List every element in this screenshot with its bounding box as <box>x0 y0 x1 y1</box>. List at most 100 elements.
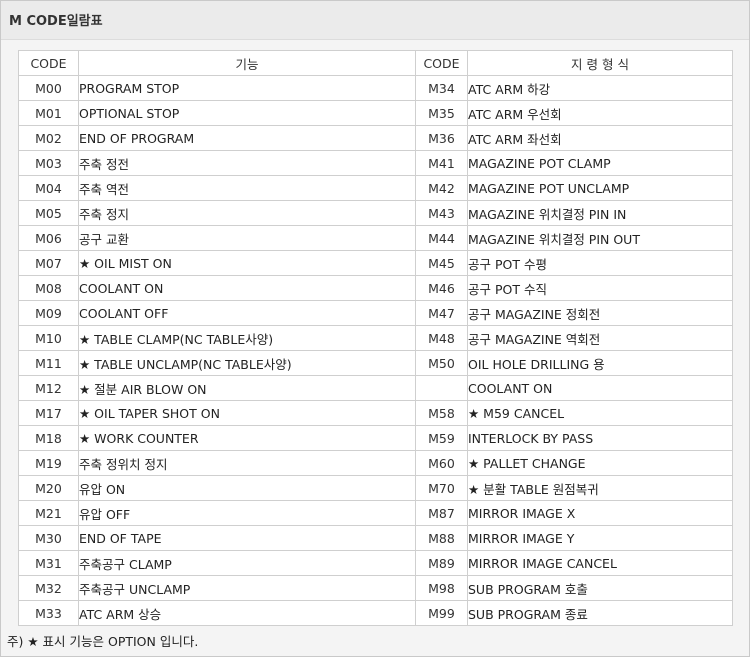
code-left-cell: M17 <box>18 400 79 426</box>
code-left-cell: M10 <box>18 325 79 351</box>
code-right-cell: M34 <box>415 75 468 101</box>
code-right-cell: M98 <box>415 575 468 601</box>
code-right-cell: M50 <box>415 350 468 376</box>
command-format-cell: MIRROR IMAGE CANCEL <box>467 550 733 576</box>
command-format-cell: OIL HOLE DRILLING 용 <box>467 350 733 376</box>
table-row: M04 주축 역전 M42 MAGAZINE POT UNCLAMP <box>18 175 733 201</box>
code-right-cell: M88 <box>415 525 468 551</box>
mcode-table: CODE 기능 CODE 지 령 형 식 M00 PROGRAM STOP M34 A… <box>18 50 733 626</box>
code-right-cell: M47 <box>415 300 468 326</box>
table-row: M33 ATC ARM 상승 M99 SUB PROGRAM 종료 <box>18 600 733 626</box>
command-format-cell: 공구 POT 수직 <box>467 275 733 301</box>
footnote: 주) ★ 표시 기능은 OPTION 입니다. <box>7 634 199 649</box>
function-cell: ATC ARM 상승 <box>78 600 416 626</box>
command-format-cell: MIRROR IMAGE Y <box>467 525 733 551</box>
code-right-cell: M87 <box>415 500 468 526</box>
header-command-format: 지 령 형 식 <box>467 50 733 76</box>
table-header-row: CODE 기능 CODE 지 령 형 식 <box>18 50 733 76</box>
header-function: 기능 <box>78 50 416 76</box>
code-right-cell: M44 <box>415 225 468 251</box>
code-left-cell: M09 <box>18 300 79 326</box>
title-bar: M CODE일람표 <box>1 1 749 40</box>
code-left-cell: M30 <box>18 525 79 551</box>
code-left-cell: M02 <box>18 125 79 151</box>
code-left-cell: M19 <box>18 450 79 476</box>
function-cell: ★ TABLE CLAMP(NC TABLE사양) <box>78 325 416 351</box>
code-left-cell: M31 <box>18 550 79 576</box>
function-cell: 주축공구 UNCLAMP <box>78 575 416 601</box>
code-left-cell: M32 <box>18 575 79 601</box>
code-left-cell: M00 <box>18 75 79 101</box>
function-cell: 주축 역전 <box>78 175 416 201</box>
table-row: M09 COOLANT OFF M47 공구 MAGAZINE 정회전 <box>18 300 733 326</box>
command-format-cell: ATC ARM 우선회 <box>467 100 733 126</box>
function-cell: 유압 ON <box>78 475 416 501</box>
table-row: M21 유압 OFF M87 MIRROR IMAGE X <box>18 500 733 526</box>
code-right-cell: M59 <box>415 425 468 451</box>
function-cell: COOLANT OFF <box>78 300 416 326</box>
function-cell: END OF PROGRAM <box>78 125 416 151</box>
function-cell: OPTIONAL STOP <box>78 100 416 126</box>
table-row: M30 END OF TAPE M88 MIRROR IMAGE Y <box>18 525 733 551</box>
code-right-cell: M46 <box>415 275 468 301</box>
code-left-cell: M33 <box>18 600 79 626</box>
table-row: M07 ★ OIL MIST ON M45 공구 POT 수평 <box>18 250 733 276</box>
code-right-cell: M48 <box>415 325 468 351</box>
code-left-cell: M04 <box>18 175 79 201</box>
command-format-cell: MAGAZINE 위치결정 PIN OUT <box>467 225 733 251</box>
table-row: M05 주축 정지 M43 MAGAZINE 위치결정 PIN IN <box>18 200 733 226</box>
table-row: M31 주축공구 CLAMP M89 MIRROR IMAGE CANCEL <box>18 550 733 576</box>
function-cell: END OF TAPE <box>78 525 416 551</box>
table-row: M12 ★ 절분 AIR BLOW ON COOLANT ON <box>18 375 733 401</box>
code-right-cell: M89 <box>415 550 468 576</box>
command-format-cell: SUB PROGRAM 종료 <box>467 600 733 626</box>
table-row: M06 공구 교환 M44 MAGAZINE 위치결정 PIN OUT <box>18 225 733 251</box>
code-right-cell: M41 <box>415 150 468 176</box>
function-cell: ★ OIL MIST ON <box>78 250 416 276</box>
header-code-left: CODE <box>18 50 79 76</box>
table-row: M10 ★ TABLE CLAMP(NC TABLE사양) M48 공구 MAGAZI… <box>18 325 733 351</box>
function-cell: ★ 절분 AIR BLOW ON <box>78 375 416 401</box>
table-row: M01 OPTIONAL STOP M35 ATC ARM 우선회 <box>18 100 733 126</box>
table-row: M00 PROGRAM STOP M34 ATC ARM 하강 <box>18 75 733 101</box>
page-title: M CODE일람표 <box>9 14 103 29</box>
command-format-cell: 공구 POT 수평 <box>467 250 733 276</box>
function-cell: 주축 정지 <box>78 200 416 226</box>
function-cell: ★ TABLE UNCLAMP(NC TABLE사양) <box>78 350 416 376</box>
code-right-cell: M99 <box>415 600 468 626</box>
code-right-cell: M45 <box>415 250 468 276</box>
command-format-cell: ★ M59 CANCEL <box>467 400 733 426</box>
code-left-cell: M18 <box>18 425 79 451</box>
code-right-cell: M60 <box>415 450 468 476</box>
function-cell: ★ WORK COUNTER <box>78 425 416 451</box>
table-row: M32 주축공구 UNCLAMP M98 SUB PROGRAM 호출 <box>18 575 733 601</box>
command-format-cell: 공구 MAGAZINE 역회전 <box>467 325 733 351</box>
table-row: M18 ★ WORK COUNTER M59 INTERLOCK BY PASS <box>18 425 733 451</box>
code-left-cell: M01 <box>18 100 79 126</box>
table-row: M08 COOLANT ON M46 공구 POT 수직 <box>18 275 733 301</box>
code-left-cell: M05 <box>18 200 79 226</box>
function-cell: 주축공구 CLAMP <box>78 550 416 576</box>
function-cell: 주축 정위치 정지 <box>78 450 416 476</box>
command-format-cell: SUB PROGRAM 호출 <box>467 575 733 601</box>
code-right-cell <box>415 375 468 401</box>
code-right-cell: M36 <box>415 125 468 151</box>
table-row: M17 ★ OIL TAPER SHOT ON M58 ★ M59 CANCEL <box>18 400 733 426</box>
code-left-cell: M20 <box>18 475 79 501</box>
command-format-cell: MIRROR IMAGE X <box>467 500 733 526</box>
table-row: M02 END OF PROGRAM M36 ATC ARM 좌선회 <box>18 125 733 151</box>
header-code-right: CODE <box>415 50 468 76</box>
command-format-cell: ATC ARM 하강 <box>467 75 733 101</box>
function-cell: COOLANT ON <box>78 275 416 301</box>
code-left-cell: M21 <box>18 500 79 526</box>
table-row: M11 ★ TABLE UNCLAMP(NC TABLE사양) M50 OIL HOL… <box>18 350 733 376</box>
command-format-cell: ★ PALLET CHANGE <box>467 450 733 476</box>
command-format-cell: MAGAZINE POT CLAMP <box>467 150 733 176</box>
command-format-cell: 공구 MAGAZINE 정회전 <box>467 300 733 326</box>
code-right-cell: M58 <box>415 400 468 426</box>
code-left-cell: M03 <box>18 150 79 176</box>
code-right-cell: M43 <box>415 200 468 226</box>
code-right-cell: M42 <box>415 175 468 201</box>
code-left-cell: M08 <box>18 275 79 301</box>
code-left-cell: M06 <box>18 225 79 251</box>
